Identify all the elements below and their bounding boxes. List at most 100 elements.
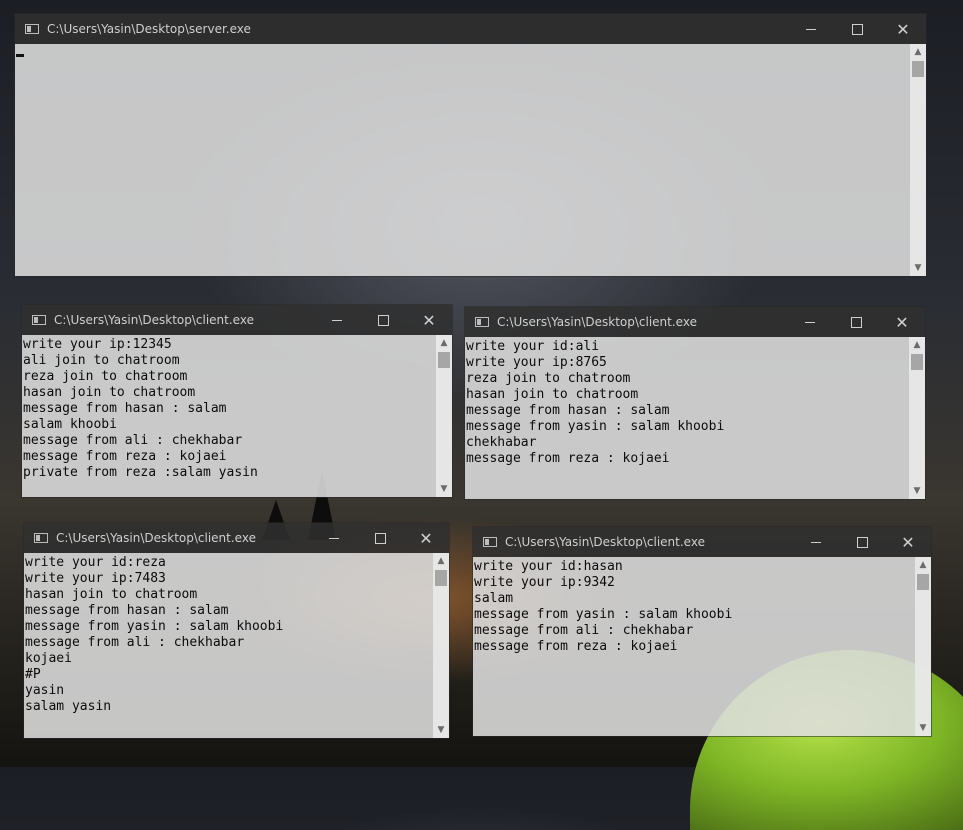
close-icon: ✕ (895, 312, 909, 332)
console-body[interactable]: ▲ ▼ (15, 44, 926, 276)
console-line: hasan join to chatroom (23, 385, 196, 400)
vertical-scrollbar[interactable]: ▲ ▼ (910, 44, 926, 276)
console-body[interactable]: write your id:hasan write your ip:9342 sal… (473, 557, 931, 736)
client-titlebar[interactable]: C:\Users\Yasin\Desktop\client.exe ✕ (473, 527, 931, 557)
window-title: C:\Users\Yasin\Desktop\client.exe (56, 531, 256, 545)
chevron-up-icon[interactable]: ▲ (915, 557, 931, 573)
close-button[interactable]: ✕ (879, 307, 925, 337)
minimize-button[interactable] (787, 307, 833, 337)
console-app-icon (25, 24, 39, 34)
console-line: yasin (25, 683, 65, 698)
chevron-down-icon[interactable]: ▼ (915, 720, 931, 736)
chevron-down-icon[interactable]: ▼ (433, 722, 449, 738)
chevron-up-icon[interactable]: ▲ (909, 337, 925, 353)
console-line: chekhabar (466, 435, 537, 450)
scrollbar-thumb[interactable] (911, 354, 923, 370)
console-line: write your ip:9342 (474, 575, 615, 590)
console-line: write your id:ali (466, 339, 600, 354)
console-output[interactable]: write your id:ali write your ip:8765 reza … (465, 337, 909, 499)
console-line: message from ali : chekhabar (25, 635, 245, 650)
close-button[interactable]: ✕ (406, 305, 452, 335)
scrollbar-thumb[interactable] (917, 574, 929, 590)
client-window-3[interactable]: C:\Users\Yasin\Desktop\client.exe ✕ writ… (24, 523, 449, 738)
close-button[interactable]: ✕ (880, 14, 926, 44)
console-line: message from hasan : salam (23, 401, 227, 416)
console-body[interactable]: write your id:reza write your ip:7483 hasa… (24, 553, 449, 738)
client-window-2[interactable]: C:\Users\Yasin\Desktop\client.exe ✕ writ… (465, 307, 925, 499)
console-line: kojaei (25, 651, 72, 666)
maximize-button[interactable] (833, 307, 879, 337)
chevron-up-icon[interactable]: ▲ (436, 335, 452, 351)
server-titlebar[interactable]: C:\Users\Yasin\Desktop\server.exe ✕ (15, 14, 926, 44)
console-line: private from reza :salam yasin (23, 465, 258, 480)
console-line: message from hasan : salam (25, 603, 229, 618)
console-output[interactable]: write your id:hasan write your ip:9342 sal… (473, 557, 915, 736)
chevron-down-icon[interactable]: ▼ (436, 481, 452, 497)
client-titlebar[interactable]: C:\Users\Yasin\Desktop\client.exe ✕ (22, 305, 452, 335)
console-line: write your ip:8765 (466, 355, 607, 370)
scrollbar-thumb[interactable] (438, 352, 450, 368)
server-window[interactable]: C:\Users\Yasin\Desktop\server.exe ✕ ▲ ▼ (15, 14, 926, 276)
console-line: reza join to chatroom (466, 371, 631, 386)
window-title: C:\Users\Yasin\Desktop\client.exe (497, 315, 697, 329)
vertical-scrollbar[interactable]: ▲ ▼ (909, 337, 925, 499)
minimize-button[interactable] (311, 523, 357, 553)
client-window-1[interactable]: C:\Users\Yasin\Desktop\client.exe ✕ writ… (22, 305, 452, 497)
console-app-icon (32, 315, 46, 325)
console-line: hasan join to chatroom (25, 587, 198, 602)
console-line: message from yasin : salam khoobi (466, 419, 725, 434)
vertical-scrollbar[interactable]: ▲ ▼ (436, 335, 452, 497)
scrollbar-thumb[interactable] (912, 61, 924, 77)
minimize-button[interactable] (314, 305, 360, 335)
console-body[interactable]: write your ip:12345 ali join to chatroom r… (22, 335, 452, 497)
maximize-icon (850, 316, 862, 328)
chevron-down-icon[interactable]: ▼ (909, 483, 925, 499)
maximize-button[interactable] (357, 523, 403, 553)
close-icon: ✕ (422, 310, 436, 330)
console-output[interactable] (15, 44, 910, 276)
console-output[interactable]: write your ip:12345 ali join to chatroom r… (22, 335, 436, 497)
close-icon: ✕ (901, 532, 915, 552)
console-body[interactable]: write your id:ali write your ip:8765 reza … (465, 337, 925, 499)
console-line: message from reza : kojaei (23, 449, 227, 464)
console-line: message from ali : chekhabar (474, 623, 694, 638)
console-line: salam (474, 591, 514, 606)
console-line: write your ip:12345 (23, 337, 172, 352)
scrollbar-thumb[interactable] (435, 570, 447, 586)
close-icon: ✕ (419, 528, 433, 548)
chevron-down-icon[interactable]: ▼ (910, 260, 926, 276)
console-line: message from hasan : salam (466, 403, 670, 418)
maximize-icon (377, 314, 389, 326)
close-button[interactable]: ✕ (403, 523, 449, 553)
minimize-icon (332, 319, 342, 321)
console-line: message from reza : kojaei (466, 451, 670, 466)
vertical-scrollbar[interactable]: ▲ ▼ (433, 553, 449, 738)
maximize-button[interactable] (839, 527, 885, 557)
console-output[interactable]: write your id:reza write your ip:7483 hasa… (24, 553, 433, 738)
console-line: write your ip:7483 (25, 571, 166, 586)
chevron-up-icon[interactable]: ▲ (910, 44, 926, 60)
console-line: message from yasin : salam khoobi (25, 619, 284, 634)
console-app-icon (483, 537, 497, 547)
window-title: C:\Users\Yasin\Desktop\server.exe (47, 22, 251, 36)
vertical-scrollbar[interactable]: ▲ ▼ (915, 557, 931, 736)
console-line: hasan join to chatroom (466, 387, 639, 402)
minimize-icon (806, 28, 816, 30)
client-titlebar[interactable]: C:\Users\Yasin\Desktop\client.exe ✕ (24, 523, 449, 553)
close-icon: ✕ (896, 19, 910, 39)
console-line: ali join to chatroom (23, 353, 180, 368)
maximize-icon (856, 536, 868, 548)
minimize-button[interactable] (788, 14, 834, 44)
maximize-button[interactable] (360, 305, 406, 335)
close-button[interactable]: ✕ (885, 527, 931, 557)
console-line: salam yasin (25, 699, 112, 714)
maximize-icon (851, 23, 863, 35)
maximize-button[interactable] (834, 14, 880, 44)
client-window-4[interactable]: C:\Users\Yasin\Desktop\client.exe ✕ writ… (473, 527, 931, 736)
minimize-button[interactable] (793, 527, 839, 557)
chevron-up-icon[interactable]: ▲ (433, 553, 449, 569)
minimize-icon (329, 537, 339, 539)
console-line: message from ali : chekhabar (23, 433, 243, 448)
console-line: reza join to chatroom (23, 369, 188, 384)
client-titlebar[interactable]: C:\Users\Yasin\Desktop\client.exe ✕ (465, 307, 925, 337)
